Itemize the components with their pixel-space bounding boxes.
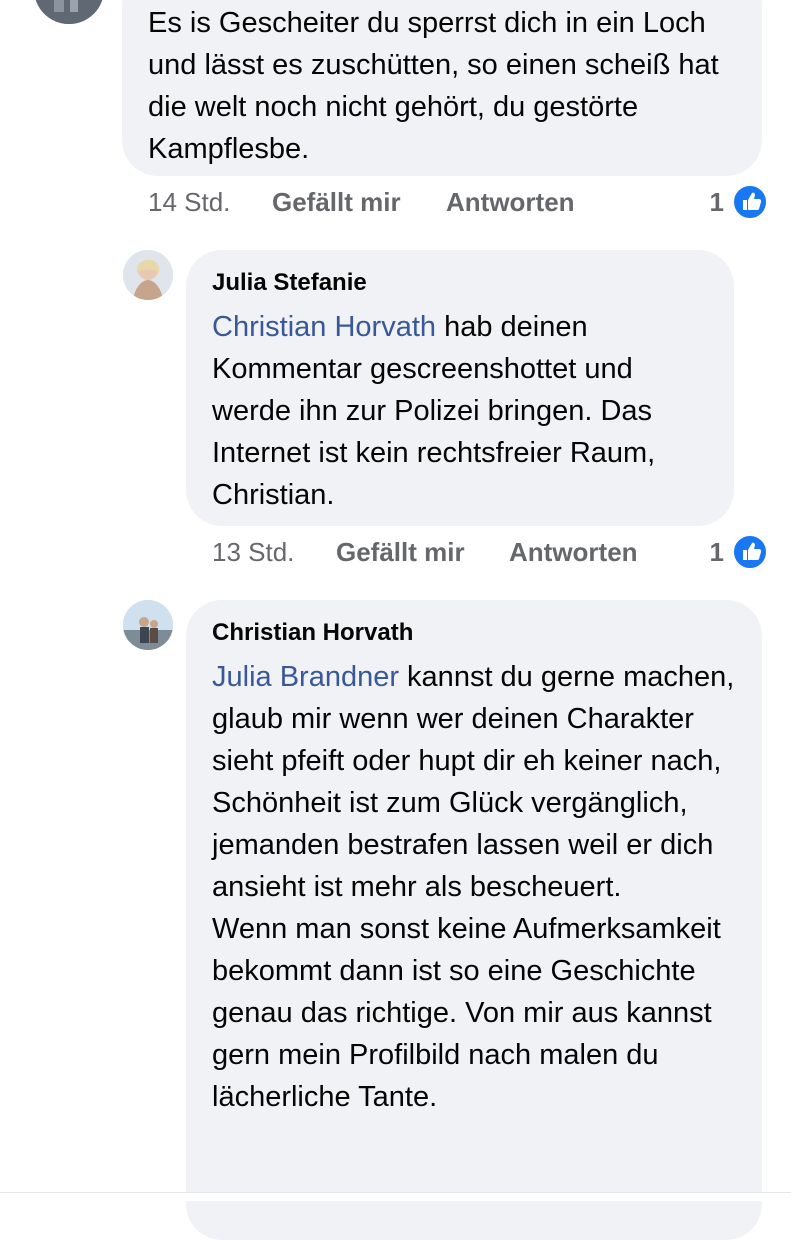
reaction-count: 1 xyxy=(709,187,724,217)
comment-body: kannst du gerne machen, glaub mir wenn w… xyxy=(212,661,735,903)
comment-bubble: Julia Stefanie Christian Horvath hab dei… xyxy=(186,250,734,526)
mention-link[interactable]: Christian Horvath xyxy=(212,311,436,343)
reply-button[interactable]: Antworten xyxy=(509,532,638,572)
mention-link[interactable]: Julia Brandner xyxy=(212,661,399,693)
comment-bubble: Es is Gescheiter du sperrst dich in ein … xyxy=(122,0,762,176)
avatar-image xyxy=(123,600,173,650)
avatar-image xyxy=(123,250,173,300)
like-button[interactable]: Gefällt mir xyxy=(272,182,401,222)
comment-timestamp[interactable]: 14 Std. xyxy=(148,182,230,222)
avatar-image xyxy=(34,0,104,24)
avatar[interactable] xyxy=(123,250,173,300)
comment-text: Christian Horvath hab deinen Kommentar g… xyxy=(212,306,708,516)
comment-text: Es is Gescheiter du sperrst dich in ein … xyxy=(148,7,719,165)
avatar[interactable] xyxy=(123,600,173,650)
like-button[interactable]: Gefällt mir xyxy=(336,532,465,572)
comment-text-paragraph-2: Wenn man sonst keine Aufmerksamkeit beko… xyxy=(212,913,721,1113)
comment-author[interactable]: Julia Stefanie xyxy=(212,268,708,298)
reply-button[interactable]: Antworten xyxy=(446,182,575,222)
comment-timestamp[interactable]: 13 Std. xyxy=(212,532,294,572)
comment-meta: 14 Std. Gefällt mir Antworten 1 xyxy=(148,182,768,222)
comment-author[interactable]: Christian Horvath xyxy=(212,618,736,648)
thumbs-up-icon xyxy=(732,534,768,570)
reaction-count: 1 xyxy=(709,537,724,567)
comment-text: Julia Brandner kannst du gerne machen, g… xyxy=(212,656,736,908)
reaction-summary[interactable]: 1 xyxy=(688,532,768,572)
thumbs-up-icon xyxy=(732,184,768,220)
avatar[interactable] xyxy=(34,0,104,24)
comment-meta: 13 Std. Gefällt mir Antworten 1 xyxy=(212,532,768,572)
reaction-summary[interactable]: 1 xyxy=(688,182,768,222)
comment-bubble: Christian Horvath Julia Brandner kannst … xyxy=(186,600,762,1240)
